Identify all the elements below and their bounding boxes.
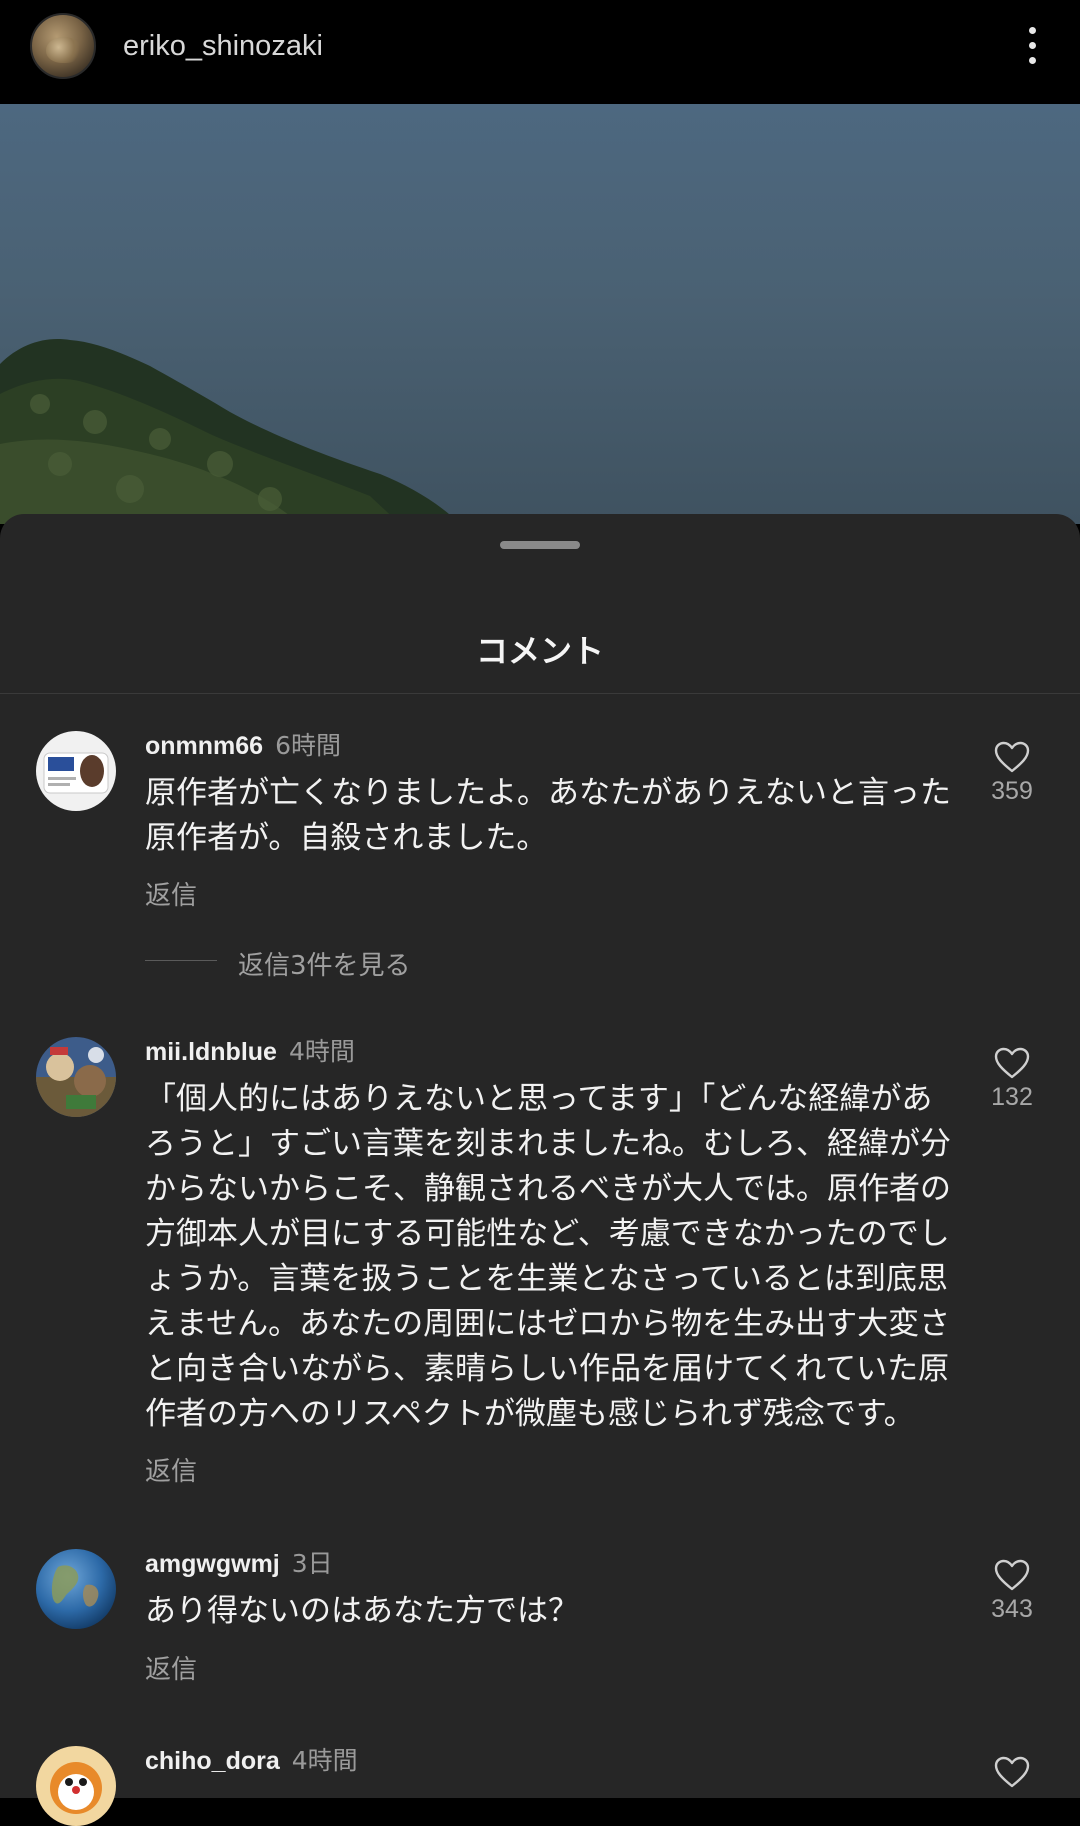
comment-line: えません。あなたの周囲にはゼロから物を生み出す大変さ [145, 1306, 951, 1342]
like-control[interactable]: 343 [985, 1559, 1039, 1624]
heart-icon[interactable] [994, 1756, 1030, 1788]
comments-sheet: コメント onmnm66 6時間 原作者が亡くなりましたよ。あなたがありえないと言… [0, 514, 1080, 1826]
comment-time: 4時間 [288, 1037, 355, 1066]
comment-line: 「個人的にはありえないと思ってます」「どんな経緯があ [145, 1081, 933, 1117]
comment-line: 原作者が。自殺されました。 [145, 820, 548, 856]
top-bar: eriko_shinozaki [0, 0, 1080, 104]
comment-text: 原作者が亡くなりましたよ。あなたがありえないと言った 原作者が。自殺されました。 [145, 771, 955, 861]
comment-username[interactable]: mii.ldnblue [145, 1038, 277, 1066]
comment-text: 「個人的にはありえないと思ってます」「どんな経緯があ ろうと」すごい言葉を刻まれ… [145, 1077, 955, 1437]
sheet-drag-handle[interactable] [500, 541, 580, 549]
comment-header: mii.ldnblue 4時間 [145, 1037, 355, 1070]
comment-username[interactable]: onmnm66 [145, 732, 263, 760]
post-photo[interactable] [0, 104, 1080, 524]
comment-text: あり得ないのはあなた方では？ [145, 1589, 955, 1634]
like-count: 132 [991, 1083, 1033, 1111]
profile-avatar[interactable] [30, 13, 96, 79]
replies-divider-line [145, 960, 217, 961]
comment-line: からないからこそ、静観されるべきが大人では。原作者の [145, 1171, 951, 1207]
like-count: 359 [991, 777, 1033, 805]
reply-button[interactable]: 返信 [145, 1649, 197, 1686]
view-replies-label[interactable]: 返信3件を見る [238, 945, 411, 982]
comment-header: chiho_dora 4時間 [145, 1746, 358, 1779]
reply-button[interactable]: 返信 [145, 875, 197, 912]
like-control[interactable] [985, 1756, 1039, 1788]
like-control[interactable]: 132 [985, 1047, 1039, 1112]
like-control[interactable]: 359 [985, 741, 1039, 806]
commenter-avatar[interactable] [36, 1037, 116, 1117]
comment-line: あり得ないのはあなた方では？ [145, 1593, 579, 1629]
heart-icon[interactable] [994, 1047, 1030, 1079]
comment-username[interactable]: amgwgwmj [145, 1550, 280, 1578]
profile-username[interactable]: eriko_shinozaki [123, 30, 323, 63]
comment-line: 作者の方へのリスペクトが微塵も感じられず残念です。 [145, 1396, 915, 1432]
more-vertical-icon[interactable] [1022, 27, 1042, 71]
comment-line: 方御本人が目にする可能性など、考慮できなかったのでし [145, 1216, 950, 1252]
comment-username[interactable]: chiho_dora [145, 1747, 280, 1775]
comment-header: onmnm66 6時間 [145, 731, 341, 764]
comment-time: 3日 [291, 1549, 333, 1578]
comment-time: 4時間 [291, 1746, 358, 1775]
comment-header: amgwgwmj 3日 [145, 1549, 333, 1582]
divider [0, 693, 1080, 694]
comment-line: ょうか。言葉を扱うことを生業となさっているとは到底思 [145, 1261, 948, 1297]
comment-line: 原作者が亡くなりましたよ。あなたがありえないと言った [145, 775, 951, 811]
heart-icon[interactable] [994, 741, 1030, 773]
commenter-avatar[interactable] [36, 731, 116, 811]
like-count: 343 [991, 1595, 1033, 1623]
comment-line: ろうと」すごい言葉を刻まれましたね。むしろ、経緯が分 [145, 1126, 951, 1162]
comment-line: と向き合いながら、素晴らしい作品を届けてくれていた原 [145, 1351, 950, 1387]
commenter-avatar[interactable] [36, 1746, 116, 1826]
sheet-title: コメント [475, 632, 604, 670]
comment-time: 6時間 [275, 731, 341, 760]
reply-button[interactable]: 返信 [145, 1451, 197, 1488]
commenter-avatar[interactable] [36, 1549, 116, 1629]
heart-icon[interactable] [994, 1559, 1030, 1591]
hillside-image [0, 339, 460, 524]
